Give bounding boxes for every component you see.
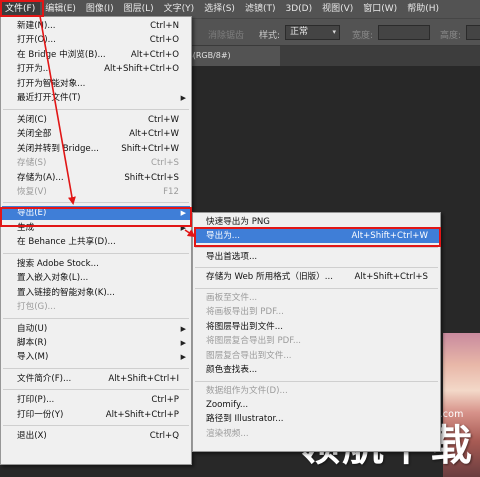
annotation-arrows: [39, 15, 196, 238]
arrow-export-to-export-as: [184, 229, 196, 238]
arrow-file-to-export: [39, 15, 76, 205]
